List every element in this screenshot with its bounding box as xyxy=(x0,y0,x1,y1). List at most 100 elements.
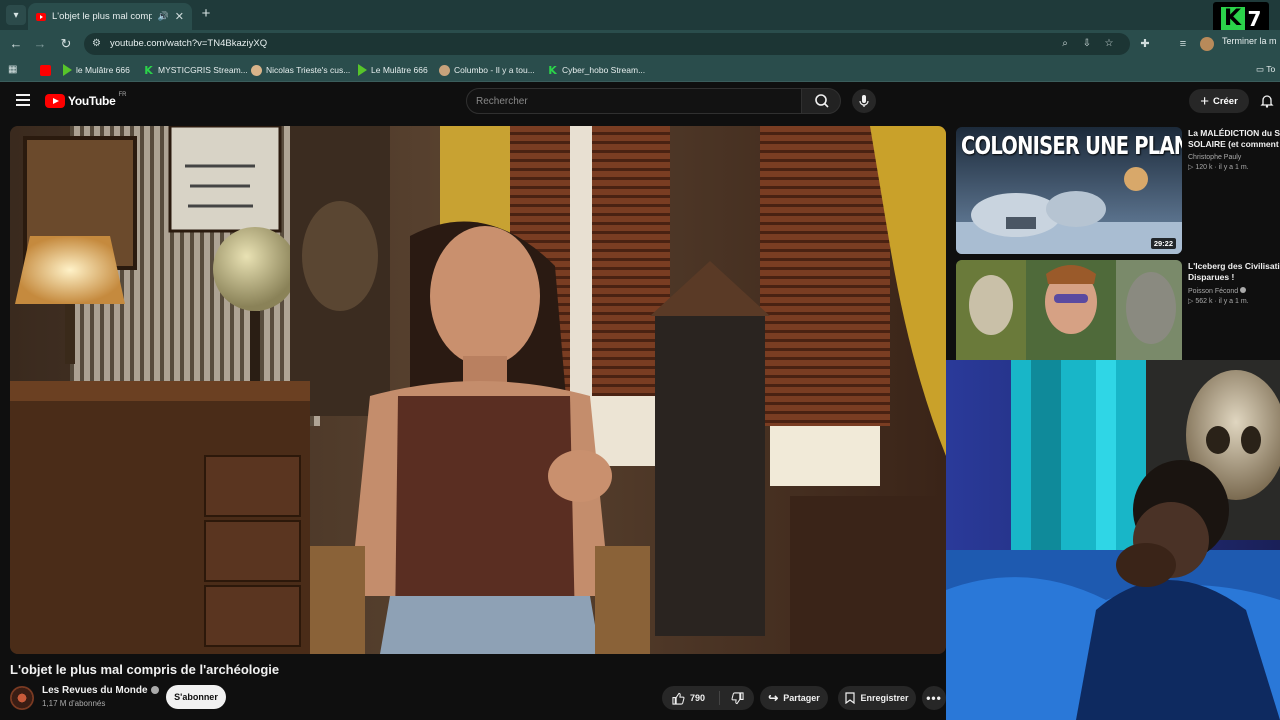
create-button[interactable]: + Créer xyxy=(1189,89,1249,113)
play-icon xyxy=(63,64,72,76)
youtube-favicon-icon xyxy=(36,12,46,21)
save-button[interactable]: Enregistrer xyxy=(838,686,916,710)
video-title: L'objet le plus mal compris de l'archéol… xyxy=(10,662,280,677)
like-count: 790 xyxy=(690,693,706,703)
related-video-title-cont: SOLAIRE (et comment l xyxy=(1188,139,1280,149)
share-label: Partager xyxy=(783,693,820,703)
hamburger-menu-icon[interactable] xyxy=(16,94,30,106)
columbo-icon xyxy=(439,64,450,76)
more-dots-icon: ••• xyxy=(926,691,942,705)
profile-avatar[interactable] xyxy=(1200,37,1214,51)
kick-icon: K xyxy=(548,63,557,77)
media-controls-icon[interactable]: ≡ xyxy=(1176,37,1190,51)
kick-logo-number: 7 xyxy=(1247,7,1262,31)
channel-name-text: Les Revues du Monde xyxy=(42,685,148,696)
bookmark-label: Le Mulâtre 666 xyxy=(371,65,428,75)
plus-icon: + xyxy=(1200,92,1209,110)
related-video-stats: ▷ 562 k · il y a 1 m. xyxy=(1188,297,1280,305)
country-code: FR xyxy=(118,92,127,98)
bookmark-icon xyxy=(845,692,856,704)
related-video-info-2[interactable]: L'Iceberg des Civilisatio Disparues ! Po… xyxy=(1188,261,1280,305)
tab-title: L'objet le plus mal compris xyxy=(52,11,152,22)
related-video-info-1[interactable]: La MALÉDICTION du SY SOLAIRE (et comment… xyxy=(1188,128,1280,171)
forward-arrow-icon[interactable]: → xyxy=(32,36,48,52)
apps-grid-icon[interactable]: ▦ xyxy=(8,64,20,76)
search-icon xyxy=(815,94,829,108)
like-button[interactable]: 790 xyxy=(662,691,720,705)
cat-icon xyxy=(251,64,262,76)
related-video-channel: Christophe Pauly xyxy=(1188,154,1242,161)
folder-icon: ▭ xyxy=(1256,64,1265,74)
extensions-icon[interactable]: ✚ xyxy=(1138,37,1152,51)
subscriber-count: 1,17 M d'abonnés xyxy=(42,699,106,708)
related-video-thumbnail-1[interactable]: COLONISER UNE PLANÈTE 29:22 xyxy=(956,127,1182,254)
related-video-stats: ▷ 120 k · il y a 1 m. xyxy=(1188,163,1280,171)
install-app-icon[interactable]: ⇩ xyxy=(1081,38,1093,50)
speaker-icon[interactable]: 🔊 xyxy=(158,11,169,22)
subscribe-button[interactable]: S'abonner xyxy=(166,685,226,709)
site-info-icon[interactable]: ⚙ xyxy=(92,38,104,50)
youtube-header: YouTube FR + Créer xyxy=(0,82,1280,122)
thumbnail-image xyxy=(956,260,1182,360)
browser-tab-active[interactable]: L'objet le plus mal compris 🔊 ✕ xyxy=(28,3,192,30)
share-button[interactable]: ↪ Partager xyxy=(760,686,828,710)
stats-text: 120 k · il y a 1 m. xyxy=(1195,164,1249,171)
microphone-icon xyxy=(859,95,869,107)
video-player[interactable] xyxy=(10,126,946,654)
related-video-title: L'Iceberg des Civilisatio xyxy=(1188,261,1280,271)
bookmark-label: Cyber_hobo Stream... xyxy=(562,65,646,75)
bookmark-nicolas-trieste[interactable]: Nicolas Trieste's cus... xyxy=(251,63,350,77)
related-video-channel: Poisson Fécond xyxy=(1188,287,1280,295)
youtube-icon xyxy=(40,64,51,76)
webcam-feed xyxy=(946,360,1280,720)
stats-text: 562 k · il y a 1 m. xyxy=(1195,298,1249,305)
bookmark-label: MYSTICGRIS Stream... xyxy=(158,65,248,75)
like-dislike-group: 790 xyxy=(662,686,754,710)
notifications-bell-icon[interactable] xyxy=(1259,93,1275,109)
more-actions-button[interactable]: ••• xyxy=(922,686,946,710)
tab-list-chevron-icon[interactable]: ▾ xyxy=(6,5,26,25)
bookmark-youtube[interactable] xyxy=(40,63,55,77)
zoom-icon[interactable]: ⌕ xyxy=(1059,38,1071,50)
search-field[interactable] xyxy=(466,88,802,114)
finish-update-button[interactable]: Terminer la m xyxy=(1222,36,1277,46)
related-video-thumbnail-2[interactable] xyxy=(956,260,1182,360)
voice-search-button[interactable] xyxy=(852,89,876,113)
bookmark-cyber-hobo[interactable]: K Cyber_hobo Stream... xyxy=(547,63,645,77)
create-label: Créer xyxy=(1212,95,1238,107)
bookmark-label: Nicolas Trieste's cus... xyxy=(266,65,351,75)
close-tab-icon[interactable]: ✕ xyxy=(175,10,184,23)
bookmark-le-mulatre-666[interactable]: le Mulâtre 666 xyxy=(63,63,130,77)
youtube-play-logo-icon xyxy=(45,94,65,108)
bookmark-mysticgris[interactable]: K MYSTICGRIS Stream... xyxy=(143,63,248,77)
channel-name[interactable]: Les Revues du Monde xyxy=(42,685,159,696)
reload-icon[interactable]: ↻ xyxy=(58,36,74,52)
bookmark-le-mulatre-666-2[interactable]: Le Mulâtre 666 xyxy=(358,63,428,77)
new-tab-icon[interactable]: + xyxy=(198,6,214,22)
url-text[interactable]: youtube.com/watch?v=TN4BkaziyXQ xyxy=(110,38,267,49)
youtube-wordmark: YouTube xyxy=(68,94,116,108)
channel-avatar[interactable] xyxy=(10,686,34,710)
youtube-logo[interactable]: YouTube FR xyxy=(45,92,127,108)
webcam-overlay xyxy=(946,360,1280,720)
bookmark-columbo[interactable]: Columbo - Il y a tou... xyxy=(439,63,535,77)
related-video-title-cont: Disparues ! xyxy=(1188,272,1235,282)
bookmark-label: le Mulâtre 666 xyxy=(76,65,130,75)
related-video-title: La MALÉDICTION du SY xyxy=(1188,128,1280,138)
play-icon xyxy=(358,64,367,76)
back-arrow-icon[interactable]: ← xyxy=(8,36,24,52)
search-input[interactable] xyxy=(467,89,801,113)
bookmark-star-icon[interactable]: ☆ xyxy=(1103,38,1115,50)
browser-tab-bar: ▾ L'objet le plus mal compris 🔊 ✕ + K 7 xyxy=(0,0,1280,36)
kick-icon: K xyxy=(144,63,153,77)
all-bookmarks-folder[interactable]: ▭ To xyxy=(1256,64,1275,75)
verified-check-icon xyxy=(1240,287,1247,293)
address-bar[interactable]: ⚙ youtube.com/watch?v=TN4BkaziyXQ ⌕ ⇩ ☆ xyxy=(84,33,1130,55)
share-arrow-icon: ↪ xyxy=(768,691,779,705)
video-duration: 29:22 xyxy=(1150,238,1176,249)
dislike-button[interactable] xyxy=(720,691,754,705)
save-label: Enregistrer xyxy=(860,693,909,703)
bookmarks-bar: ▦ le Mulâtre 666 K MYSTICGRIS Stream... … xyxy=(0,58,1280,82)
all-bookmarks-label: To xyxy=(1266,64,1276,74)
search-button[interactable] xyxy=(801,88,841,114)
